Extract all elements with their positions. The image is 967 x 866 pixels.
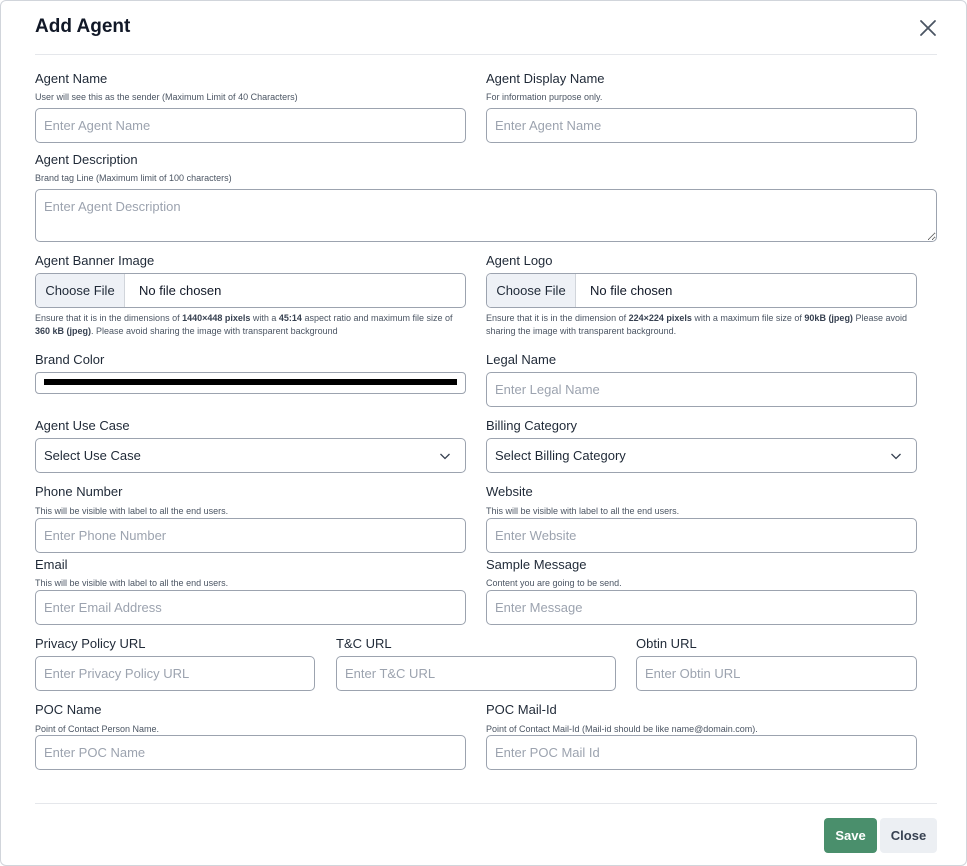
- tc-url-label: T&C URL: [336, 636, 392, 651]
- brand-color-swatch: [44, 379, 457, 385]
- agent-banner-file-input[interactable]: Choose File No file chosen: [35, 273, 466, 308]
- sample-message-input[interactable]: [486, 590, 917, 625]
- website-label: Website: [486, 484, 533, 499]
- chevron-down-icon: [891, 453, 901, 460]
- poc-name-input[interactable]: [35, 735, 466, 770]
- agent-name-input[interactable]: [35, 108, 466, 143]
- agent-banner-note: Ensure that it is in the dimensions of 1…: [35, 313, 453, 336]
- agent-banner-image-label: Agent Banner Image: [35, 253, 155, 268]
- agent-use-case-select[interactable]: Select Use Case: [35, 438, 466, 473]
- agent-display-name-hint: For information purpose only.: [486, 92, 603, 102]
- add-agent-dialog: Add Agent Agent Name User will see this …: [0, 0, 967, 866]
- billing-category-selected: Select Billing Category: [495, 448, 626, 463]
- email-label: Email: [35, 557, 68, 572]
- privacy-policy-url-label: Privacy Policy URL: [35, 636, 146, 651]
- tc-url-input[interactable]: [336, 656, 616, 691]
- billing-category-select[interactable]: Select Billing Category: [486, 438, 917, 473]
- phone-number-input[interactable]: [35, 518, 466, 553]
- poc-name-label: POC Name: [35, 702, 102, 717]
- website-input[interactable]: [486, 518, 917, 553]
- phone-number-label: Phone Number: [35, 484, 123, 499]
- sample-message-label: Sample Message: [486, 557, 587, 572]
- poc-name-hint: Point of Contact Person Name.: [35, 724, 160, 734]
- file-status: No file chosen: [590, 283, 673, 298]
- agent-logo-note: Ensure that it is in the dimension of 22…: [486, 313, 907, 336]
- obtin-url-input[interactable]: [636, 656, 917, 691]
- save-button[interactable]: Save: [824, 818, 877, 853]
- agent-description-hint: Brand tag Line (Maximum limit of 100 cha…: [35, 173, 232, 183]
- obtin-url-label: Obtin URL: [636, 636, 697, 651]
- privacy-policy-url-input[interactable]: [35, 656, 315, 691]
- agent-use-case-selected: Select Use Case: [44, 448, 141, 463]
- website-hint: This will be visible with label to all t…: [486, 506, 680, 516]
- brand-color-label: Brand Color: [35, 352, 105, 367]
- legal-name-input[interactable]: [486, 372, 917, 407]
- chevron-down-icon: [440, 453, 450, 460]
- agent-description-label: Agent Description: [35, 152, 138, 167]
- header-divider: [35, 54, 937, 55]
- sample-message-hint: Content you are going to be send.: [486, 578, 622, 588]
- agent-name-label: Agent Name: [35, 71, 108, 86]
- file-status: No file chosen: [139, 283, 222, 298]
- agent-use-case-label: Agent Use Case: [35, 418, 130, 433]
- brand-color-picker[interactable]: [35, 372, 466, 394]
- phone-number-hint: This will be visible with label to all t…: [35, 506, 229, 516]
- close-button[interactable]: Close: [880, 818, 937, 853]
- email-hint: This will be visible with label to all t…: [35, 578, 229, 588]
- agent-description-textarea[interactable]: [35, 189, 937, 242]
- poc-mail-id-label: POC Mail-Id: [486, 702, 557, 717]
- agent-display-name-label: Agent Display Name: [486, 71, 605, 86]
- agent-logo-file-input[interactable]: Choose File No file chosen: [486, 273, 917, 308]
- agent-display-name-input[interactable]: [486, 108, 917, 143]
- dialog-title: Add Agent: [35, 16, 131, 37]
- footer-divider: [35, 803, 937, 804]
- agent-name-hint: User will see this as the sender (Maximu…: [35, 92, 298, 102]
- billing-category-label: Billing Category: [486, 418, 578, 433]
- poc-mail-id-hint: Point of Contact Mail-Id (Mail-id should…: [486, 724, 758, 734]
- choose-file-button[interactable]: Choose File: [487, 274, 576, 307]
- choose-file-button[interactable]: Choose File: [36, 274, 125, 307]
- agent-logo-label: Agent Logo: [486, 253, 553, 268]
- email-input[interactable]: [35, 590, 466, 625]
- poc-mail-id-input[interactable]: [486, 735, 917, 770]
- close-icon[interactable]: [917, 17, 939, 39]
- legal-name-label: Legal Name: [486, 352, 557, 367]
